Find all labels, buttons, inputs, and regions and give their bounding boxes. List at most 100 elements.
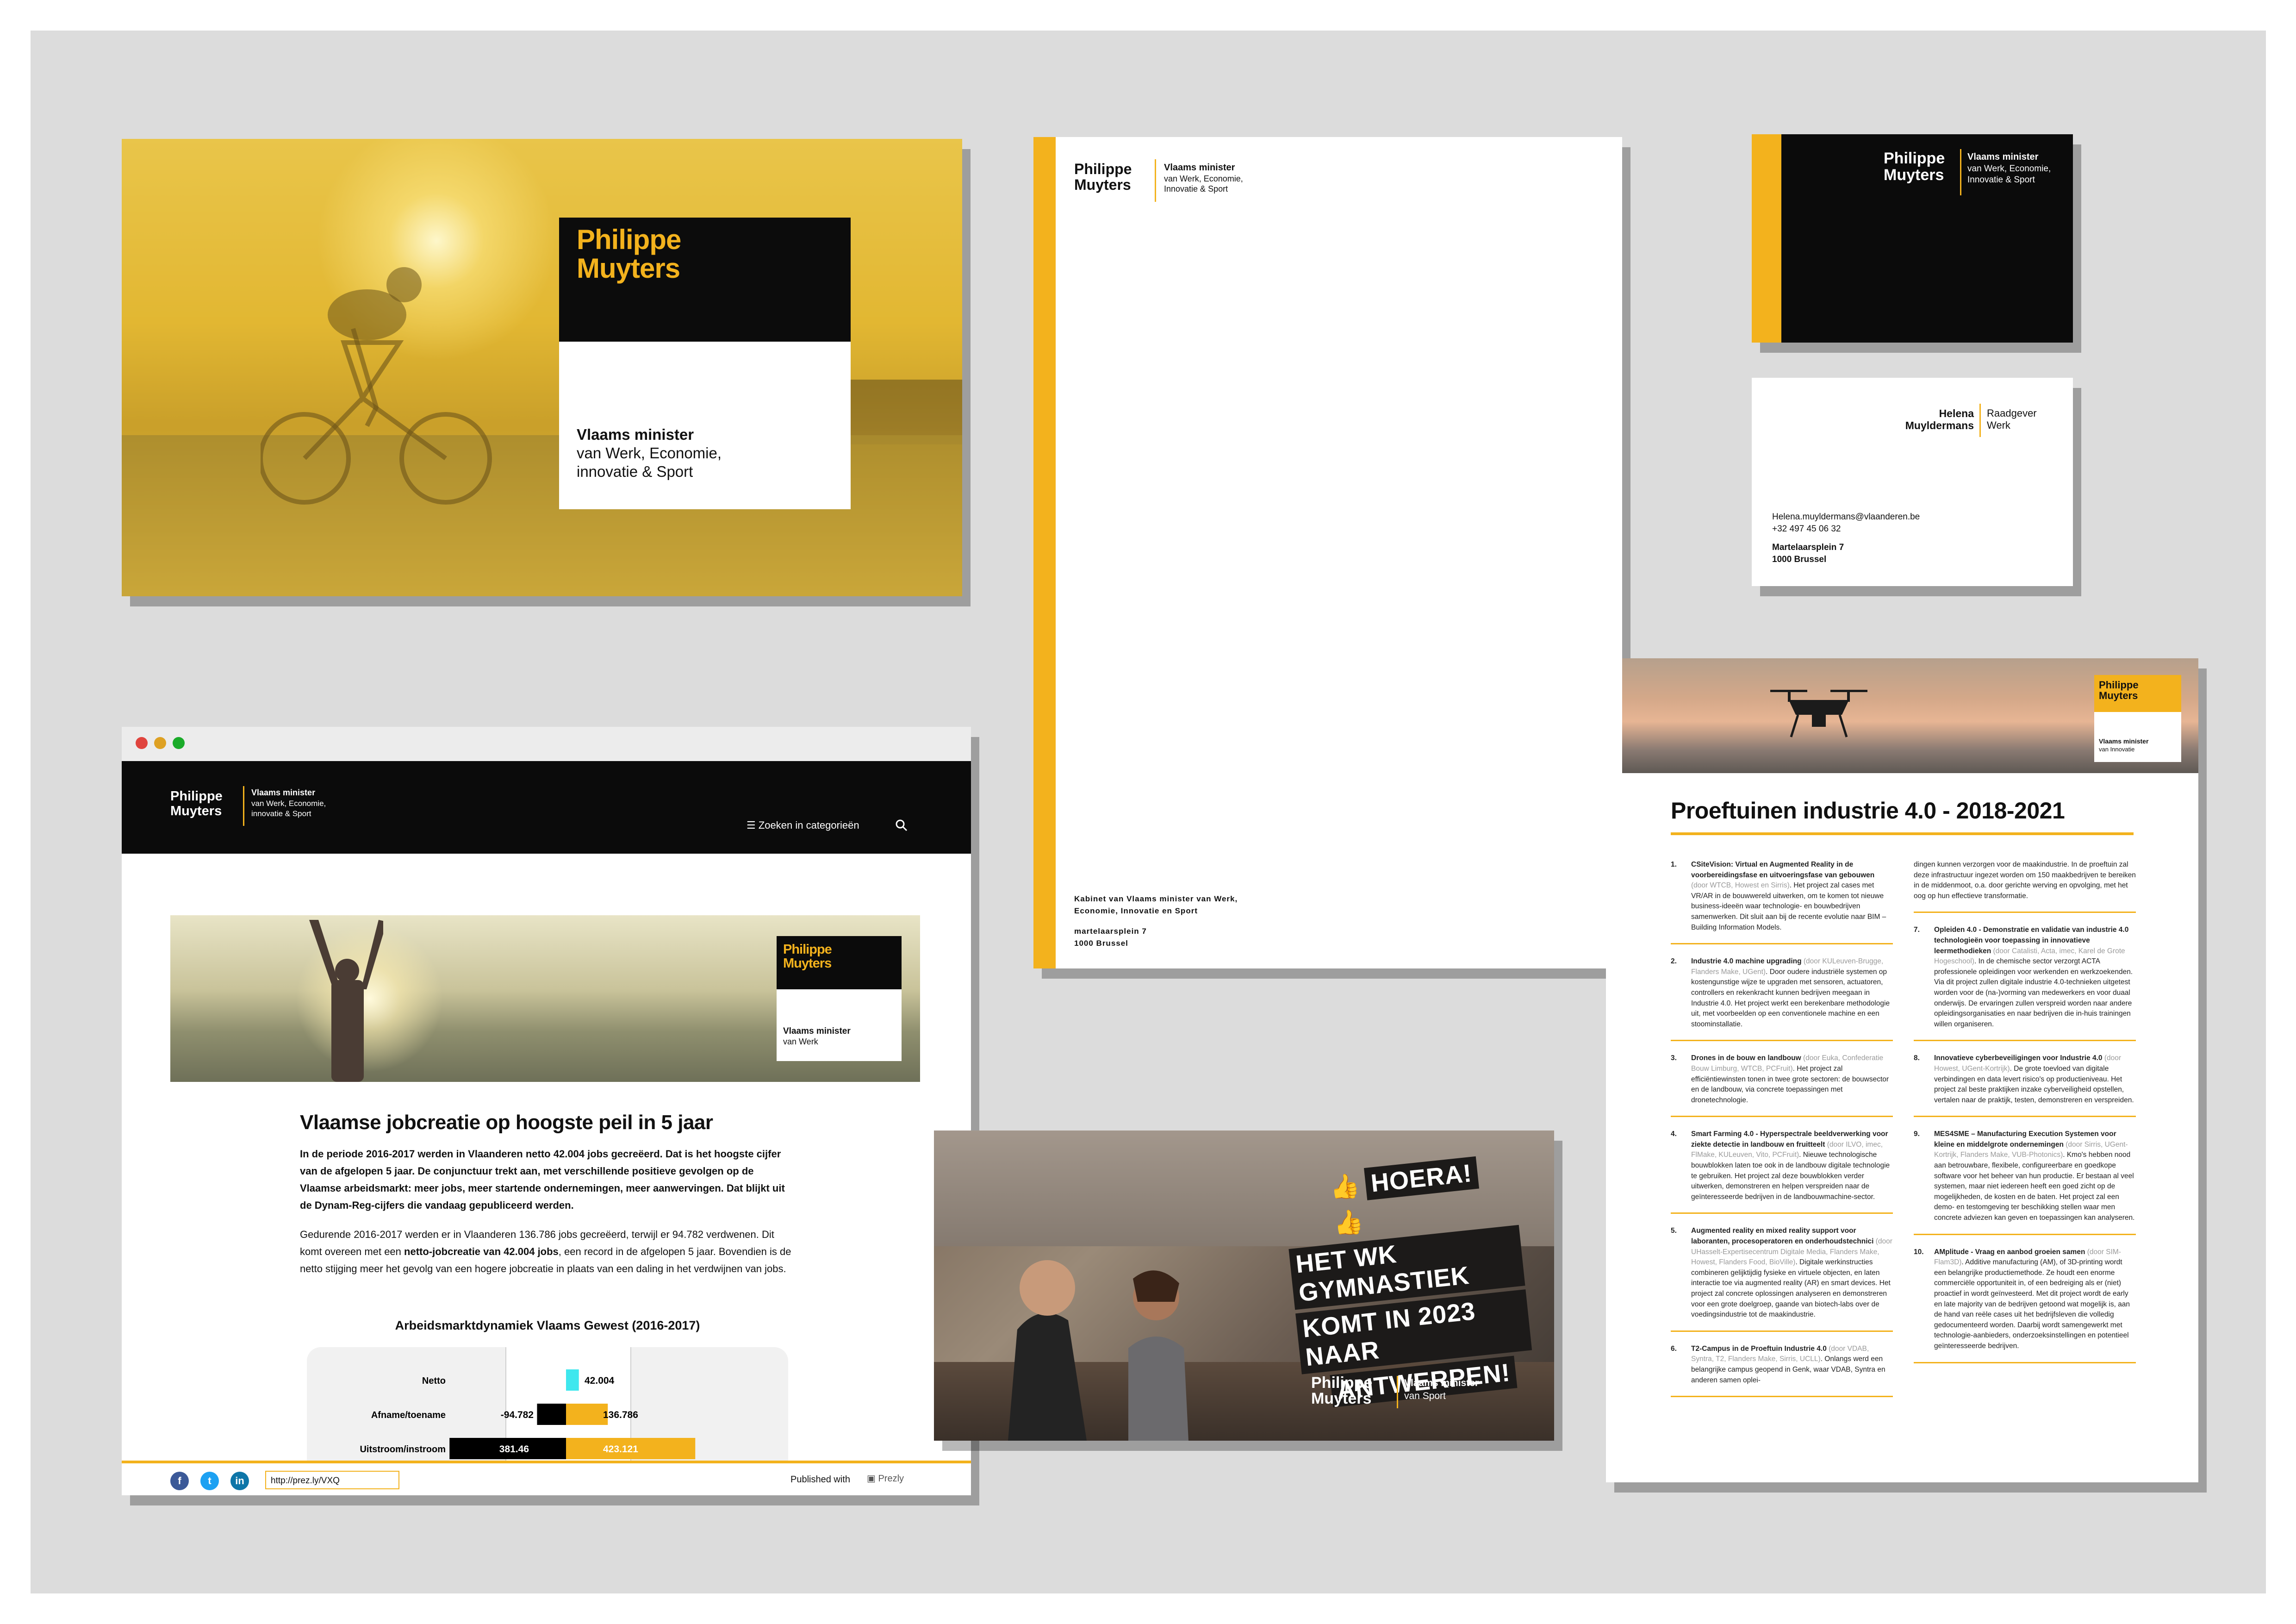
published-with-label: Published with	[790, 1474, 850, 1485]
hero-logo-line1: Philippe	[783, 942, 832, 957]
banner-sub-line1: van Werk, Economie,	[577, 444, 722, 462]
brochure-list-item: 3. Drones in de bouw en landbouw (door Eu…	[1671, 1053, 1893, 1118]
banner-sub-line2: innovatie & Sport	[577, 463, 693, 480]
gym-logo-divider	[1397, 1376, 1398, 1408]
minimize-window-icon[interactable]	[154, 737, 166, 749]
brochure-item-number: 4.	[1671, 1130, 1677, 1138]
brochure-logo-block: Philippe Muyters	[2094, 675, 2181, 712]
chart-title: Arbeidsmarktdynamiek Vlaams Gewest (2016…	[395, 1318, 700, 1332]
brochure-item-number: 6.	[1671, 1344, 1677, 1353]
brochure-item-title: T2-Campus in de Proeftuin Industrie 4.0	[1691, 1344, 1827, 1353]
card-email: Helena.muyldermans@vlaanderen.be	[1772, 512, 1920, 522]
brochure-right-column: dingen kunnen verzorgen voor de maakindu…	[1914, 860, 2136, 1375]
brochure-item-body: . Door oudere industriële systemen op ko…	[1691, 968, 1890, 1028]
banner-logo-block: Philippe Muyters	[559, 218, 851, 342]
site-logo-line1[interactable]: Philippe	[170, 789, 223, 804]
brochure-item-title: Drones in de bouw en landbouw	[1691, 1054, 1801, 1062]
chart-bar-negative	[537, 1404, 566, 1425]
card-address-line1: Martelaarsplein 7	[1772, 543, 1844, 552]
prezly-link[interactable]: ▣ Prezly	[867, 1473, 904, 1484]
gym-role: Vlaams minister	[1404, 1378, 1479, 1388]
brochure-header-image: Philippe Muyters Vlaams minister van Inn…	[1622, 658, 2198, 773]
brochure-logo-line2: Muyters	[2099, 690, 2138, 701]
chart-data-label: 381.46	[499, 1444, 529, 1455]
facebook-icon[interactable]: f	[170, 1472, 189, 1490]
card-name-line1: Philippe	[1884, 150, 1945, 167]
article-paragraph: Gedurende 2016-2017 werden er in Vlaande…	[300, 1226, 795, 1277]
brochure-list-item: 5. Augmented reality en mixed reality sup…	[1671, 1226, 1893, 1332]
banner-name-line1: Philippe	[577, 224, 681, 255]
search-icon[interactable]	[895, 818, 908, 832]
short-url-field[interactable]: http://prez.ly/VXQ	[265, 1471, 399, 1489]
letterhead-divider	[1155, 159, 1156, 202]
brochure-list-item: 9. MES4SME – Manufacturing Execution Syst…	[1914, 1129, 2136, 1235]
close-window-icon[interactable]	[136, 737, 148, 749]
brochure-item-number: 7.	[1914, 926, 1920, 934]
hamburger-icon: ☰	[747, 819, 756, 831]
gymnastics-banner: 👍 HOERA!👍 HET WK GYMNASTIEK KOMT IN 2023 …	[934, 1131, 1554, 1441]
hero-role: Vlaams minister	[783, 1026, 851, 1036]
card-divider	[1960, 149, 1961, 195]
gym-sub: van Sport	[1404, 1391, 1446, 1401]
article-title: Vlaamse jobcreatie op hoogste peil in 5 …	[300, 1111, 713, 1134]
maximize-window-icon[interactable]	[173, 737, 185, 749]
letterhead-address-line1: Kabinet van Vlaams minister van Werk,	[1074, 894, 1238, 903]
card-person-role: Raadgever	[1987, 407, 2037, 419]
chart-bar-positive	[566, 1404, 608, 1425]
brochure-item-title: Innovatieve cyberbeveiligingen voor Indu…	[1934, 1054, 2103, 1062]
cyclist-silhouette	[261, 267, 492, 505]
card-sub-line1: van Werk, Economie,	[1967, 164, 2051, 174]
card-address-line2: 1000 Brussel	[1772, 555, 1827, 564]
letterhead-address-line2: Economie, Innovatie en Sport	[1074, 906, 1198, 915]
category-menu-label: Zoeken in categorieën	[758, 819, 859, 831]
hero-sub: van Werk	[783, 1037, 818, 1046]
card-phone: +32 497 45 06 32	[1772, 524, 1841, 534]
article-text-bold: netto-jobcreatie van 42.004 jobs	[404, 1246, 559, 1257]
hero-person-silhouette	[309, 920, 383, 1082]
brochure-list-item: 4. Smart Farming 4.0 - Hyperspectrale bee…	[1671, 1129, 1893, 1214]
brochure-page: Philippe Muyters Vlaams minister van Inn…	[1606, 658, 2198, 1482]
gym-logo-line2: Muyters	[1311, 1390, 1372, 1407]
article-hero-image: Philippe Muyters Vlaams minister van Wer…	[170, 915, 920, 1082]
business-card-back: Helena Muyldermans Raadgever Werk Helena…	[1752, 378, 2073, 586]
banner-role: Vlaams minister	[577, 426, 694, 443]
letterhead-role: Vlaams minister	[1164, 162, 1235, 173]
site-sub-line1: van Werk, Economie,	[251, 799, 326, 808]
brochure-right-intro: dingen kunnen verzorgen voor de maakindu…	[1914, 860, 2136, 913]
share-footer: f t in http://prez.ly/VXQ Published with…	[122, 1461, 971, 1495]
brochure-title: Proeftuinen industrie 4.0 - 2018-2021	[1671, 798, 2065, 824]
chart-data-label: 136.786	[603, 1410, 638, 1420]
brochure-item-number: 2.	[1671, 957, 1677, 966]
browser-window: Philippe Muyters Vlaams minister van Wer…	[122, 727, 971, 1495]
hero-logo-line2: Muyters	[783, 956, 832, 971]
article-body: Vlaamse jobcreatie op hoogste peil in 5 …	[300, 1111, 795, 1277]
chart-bar-positive	[566, 1369, 579, 1391]
brochure-item-title: Augmented reality en mixed reality suppo…	[1691, 1227, 1874, 1246]
chart-category-label: Afname/toename	[371, 1410, 446, 1420]
chart-data-label: 42.004	[585, 1375, 615, 1386]
brochure-item-number: 9.	[1914, 1130, 1920, 1138]
brochure-item-number: 8.	[1914, 1054, 1920, 1062]
letterhead-address-line4: 1000 Brussel	[1074, 939, 1128, 948]
brochure-logo-line1: Philippe	[2099, 679, 2139, 691]
brochure-item-title: Industrie 4.0 machine upgrading	[1691, 957, 1802, 966]
twitter-icon[interactable]: t	[200, 1472, 219, 1490]
letterhead-accent-bar	[1033, 137, 1056, 968]
brochure-item-body: . In de chemische sector verzorgt ACTA p…	[1934, 957, 2133, 1028]
brochure-list-item: 6. T2-Campus in de Proeftuin Industrie 4.…	[1671, 1344, 1893, 1398]
category-menu-button[interactable]: ☰ Zoeken in categorieën	[747, 819, 859, 831]
gym-logo-line1: Philippe	[1311, 1374, 1373, 1392]
brochure-logo-role: Vlaams minister	[2099, 737, 2149, 745]
linkedin-icon[interactable]: in	[230, 1472, 249, 1490]
site-logo-line2[interactable]: Muyters	[170, 804, 222, 818]
brochure-title-rule	[1671, 832, 2134, 835]
brochure-item-body: . Kmo's hebben nood aan betrouwbare, fle…	[1934, 1151, 2135, 1222]
card-person-divider	[1979, 404, 1981, 437]
browser-titlebar	[122, 727, 971, 762]
card-name-line2: Muyters	[1884, 166, 1944, 184]
brochure-list-item: 10. AMplitude - Vraag en aanbod groeien s…	[1914, 1247, 2136, 1363]
banner-logo-card: Philippe Muyters Vlaams minister van Wer…	[559, 218, 851, 509]
brochure-right-items: 7. Opleiden 4.0 - Demonstratie en validat…	[1914, 925, 2136, 1363]
letterhead-name-line2: Muyters	[1074, 176, 1131, 193]
brochure-list-item: 2. Industrie 4.0 machine upgrading (door …	[1671, 956, 1893, 1042]
